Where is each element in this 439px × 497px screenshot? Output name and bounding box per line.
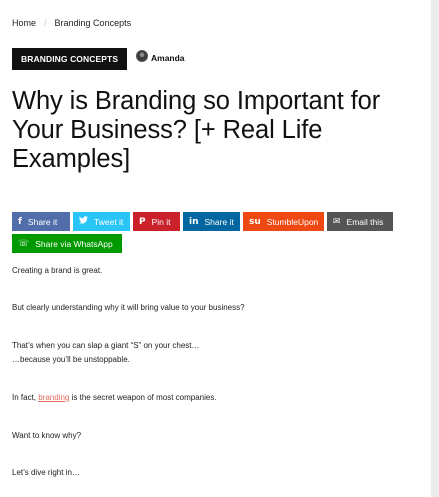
- breadcrumb-category-link[interactable]: Branding Concepts: [55, 18, 132, 28]
- breadcrumb-separator: /: [44, 18, 47, 28]
- paragraph: …because you’ll be unstoppable.: [12, 355, 130, 364]
- article-title: Why is Branding so Important for Your Bu…: [12, 87, 381, 173]
- share-twitter-label: Tweet it: [94, 216, 124, 227]
- branding-link[interactable]: branding: [38, 393, 69, 402]
- share-whatsapp-label: Share via WhatsApp: [35, 238, 113, 249]
- share-whatsapp-button[interactable]: ☏ Share via WhatsApp: [12, 234, 122, 253]
- share-row: f Share it Tweet it P Pin it in Share it…: [12, 212, 412, 231]
- share-twitter-button[interactable]: Tweet it: [73, 212, 130, 231]
- paragraph: Want to know why?: [12, 431, 82, 440]
- share-email-label: Email this: [346, 216, 384, 227]
- paragraph: That’s when you can slap a giant “S” on …: [12, 341, 200, 350]
- article-page: Home / Branding Concepts BRANDING CONCEP…: [0, 0, 431, 497]
- share-facebook-button[interactable]: f Share it: [12, 212, 70, 231]
- author-name[interactable]: Amanda: [151, 53, 185, 63]
- linkedin-icon: in: [189, 216, 199, 227]
- whatsapp-icon: ☏: [18, 238, 30, 249]
- paragraph: Creating a brand is great.: [12, 266, 103, 275]
- page-scrollbar[interactable]: [431, 0, 439, 497]
- share-stumbleupon-button[interactable]: su StumbleUpon: [243, 212, 324, 231]
- paragraph: But clearly understanding why it will br…: [12, 303, 245, 312]
- stumbleupon-icon: su: [249, 216, 261, 227]
- facebook-icon: f: [18, 216, 22, 227]
- share-email-button[interactable]: ✉ Email this: [327, 212, 393, 231]
- paragraph-text: In fact,: [12, 393, 39, 402]
- paragraph: In fact, branding is the secret weapon o…: [12, 393, 217, 402]
- paragraph: Let’s dive right in…: [12, 468, 80, 477]
- breadcrumb: Home / Branding Concepts: [12, 18, 131, 28]
- share-linkedin-label: Share it: [204, 216, 234, 227]
- author-avatar-icon[interactable]: [136, 50, 148, 62]
- breadcrumb-home-link[interactable]: Home: [12, 18, 36, 28]
- share-pinterest-label: Pin it: [151, 216, 171, 227]
- twitter-icon: [79, 216, 88, 227]
- pinterest-icon: P: [139, 216, 146, 227]
- share-row: ☏ Share via WhatsApp: [12, 234, 412, 253]
- paragraph-text: is the secret weapon of most companies.: [69, 393, 217, 402]
- author-info[interactable]: Amanda: [136, 49, 185, 63]
- share-pinterest-button[interactable]: P Pin it: [133, 212, 180, 231]
- share-facebook-label: Share it: [27, 216, 58, 227]
- share-buttons: f Share it Tweet it P Pin it in Share it…: [12, 212, 412, 256]
- share-linkedin-button[interactable]: in Share it: [183, 212, 240, 231]
- share-stumbleupon-label: StumbleUpon: [266, 216, 319, 227]
- email-icon: ✉: [333, 216, 341, 227]
- category-badge[interactable]: BRANDING CONCEPTS: [12, 48, 128, 70]
